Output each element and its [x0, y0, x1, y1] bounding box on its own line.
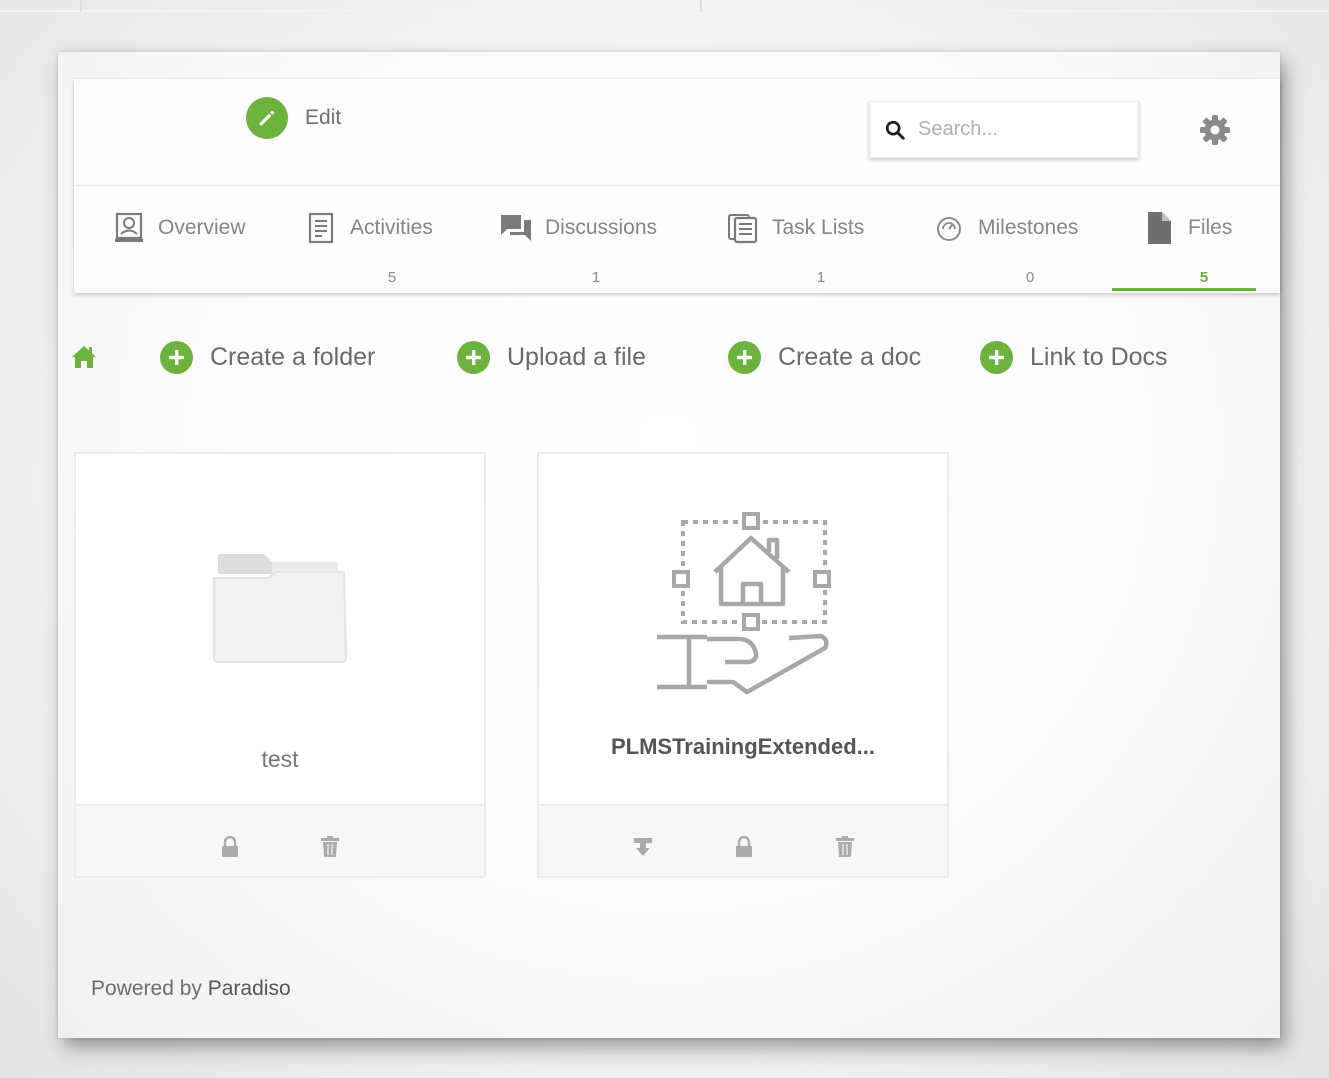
plus-circle-icon: [728, 340, 761, 374]
files-icon: [1142, 211, 1176, 245]
task-lists-icon: [726, 211, 760, 245]
plus-circle-icon: [980, 340, 1013, 374]
tab-label: Files: [1188, 216, 1233, 239]
house-in-hand-icon: [655, 512, 831, 707]
lock-icon[interactable]: [220, 835, 240, 858]
tab-bar: Overview Activities 5 Discussions 1 Task…: [74, 186, 1280, 293]
file-open-target[interactable]: PLMSTrainingExtended...: [539, 454, 947, 804]
search-input[interactable]: [918, 118, 1118, 141]
download-icon[interactable]: [633, 836, 653, 858]
gear-icon[interactable]: [1198, 113, 1232, 147]
project-header: Edit Search... Overview Activities 5 Dis…: [74, 79, 1280, 293]
backdrop-seam: [700, 0, 702, 12]
edit-button[interactable]: Edit: [246, 97, 341, 139]
tab-activities[interactable]: Activities 5: [304, 186, 454, 293]
folder-icon: [212, 550, 348, 671]
tab-files[interactable]: Files 5: [1142, 186, 1262, 293]
plus-circle-icon: [457, 340, 490, 374]
backdrop-seam: [80, 0, 82, 12]
search-box: [869, 101, 1139, 158]
folder-card: test: [74, 452, 486, 878]
lock-icon[interactable]: [734, 835, 754, 858]
tab-label: Discussions: [545, 216, 658, 239]
file-card-actions: [539, 804, 947, 876]
active-tab-indicator: [1112, 288, 1256, 291]
folder-name: test: [261, 746, 299, 772]
tab-count: 5: [387, 269, 397, 286]
tab-count: 5: [1199, 269, 1209, 286]
edit-label: Edit: [305, 106, 342, 129]
link-to-docs-label: Link to Docs: [1030, 342, 1168, 371]
trash-icon[interactable]: [835, 836, 855, 858]
tab-label: Milestones: [978, 216, 1079, 239]
powered-by-footer: Powered by Paradiso: [91, 977, 291, 1001]
search-icon: [884, 119, 906, 141]
create-folder-button[interactable]: Create a folder: [160, 338, 375, 376]
tab-label: Activities: [350, 216, 433, 239]
brand-link[interactable]: Paradiso: [208, 977, 291, 1000]
trash-icon[interactable]: [320, 836, 340, 858]
tab-milestones[interactable]: Milestones 0: [932, 186, 1102, 293]
tab-discussions[interactable]: Discussions 1: [499, 186, 679, 293]
tab-task-lists[interactable]: Task Lists 1: [726, 186, 886, 293]
backdrop-seam: [0, 10, 1329, 12]
milestones-icon: [932, 211, 966, 245]
home-icon[interactable]: [71, 344, 97, 370]
tab-overview[interactable]: Overview: [112, 186, 272, 293]
tab-count: 1: [591, 269, 601, 286]
file-name: PLMSTrainingExtended...: [610, 734, 876, 759]
overview-icon: [112, 211, 146, 245]
tab-count: 0: [1025, 269, 1035, 286]
file-card: PLMSTrainingExtended...: [537, 452, 949, 878]
link-to-docs-button[interactable]: Link to Docs: [980, 338, 1168, 376]
files-window: Edit Search... Overview Activities 5 Dis…: [58, 52, 1280, 1038]
tab-label: Task Lists: [772, 216, 865, 239]
activities-icon: [304, 211, 338, 245]
upload-file-button[interactable]: Upload a file: [457, 338, 646, 376]
folder-open-target[interactable]: test: [76, 454, 484, 804]
plus-circle-icon: [160, 340, 193, 374]
discussions-icon: [499, 211, 533, 245]
tab-count: 1: [816, 269, 826, 286]
header-toolbar: Edit: [74, 79, 1280, 186]
tab-label: Overview: [158, 216, 246, 239]
create-doc-button[interactable]: Create a doc: [728, 338, 921, 376]
create-folder-label: Create a folder: [210, 342, 376, 371]
folder-card-actions: [76, 804, 484, 876]
powered-by-text: Powered by: [91, 977, 202, 1000]
create-doc-label: Create a doc: [778, 342, 922, 371]
upload-file-label: Upload a file: [507, 342, 646, 371]
file-actions-bar: Create a folder Upload a file Create a d…: [58, 332, 1280, 382]
pencil-icon: [246, 97, 288, 139]
